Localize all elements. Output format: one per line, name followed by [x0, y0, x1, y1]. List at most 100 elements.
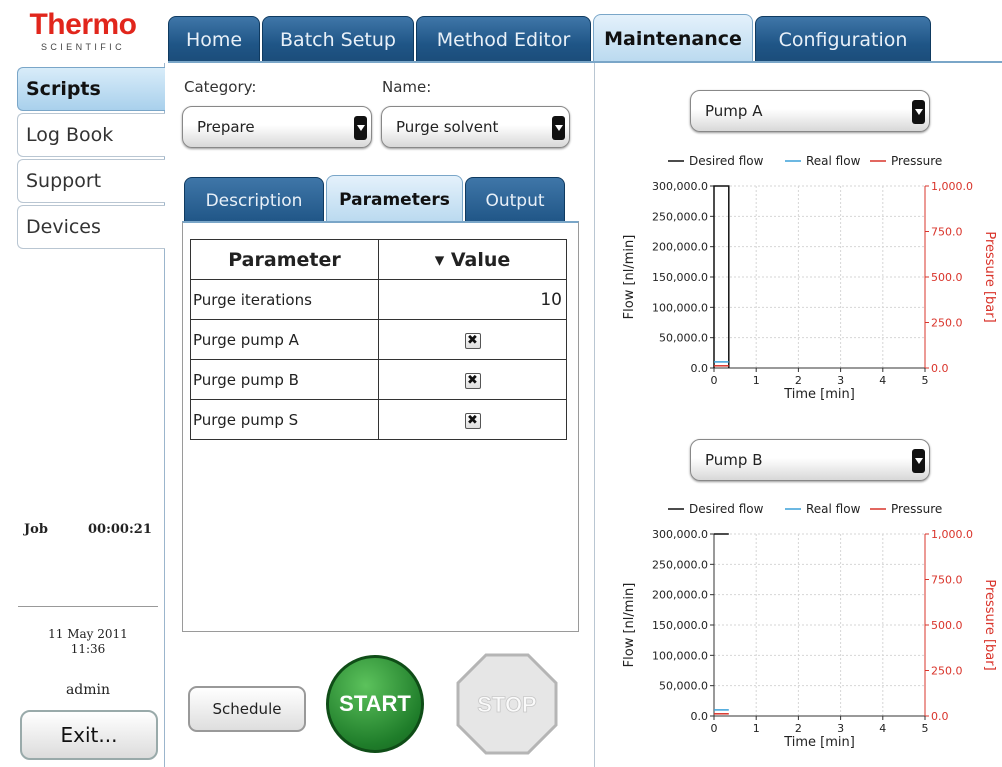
x-axis-label: Time [min] — [783, 387, 855, 402]
purge-pump-a-checkbox[interactable]: ✖ — [464, 333, 481, 349]
y-tick-label: 50,000.0 — [659, 680, 708, 693]
checkbox-cell: ✖ — [378, 399, 567, 440]
chevron-down-icon — [912, 100, 925, 124]
chevron-down-icon — [912, 449, 925, 473]
legend-entry: Desired flow — [689, 502, 764, 516]
y2-tick-label: 1,000.0 — [931, 528, 973, 541]
y2-axis-label: Pressure [bar] — [982, 231, 997, 322]
y2-tick-label: 750.0 — [931, 226, 963, 239]
sidebar-item-support[interactable]: Support — [17, 159, 165, 203]
tab-configuration[interactable]: Configuration — [755, 16, 931, 63]
sidebar-item-scripts[interactable]: Scripts — [17, 67, 165, 111]
tab-output[interactable]: Output — [465, 177, 565, 223]
column-header-parameter[interactable]: Parameter — [190, 239, 379, 280]
parameter-name: Purge pump B — [190, 359, 379, 400]
tab-parameters[interactable]: Parameters — [326, 175, 463, 223]
y2-tick-label: 500.0 — [931, 271, 963, 284]
pump-a-chart: 0.050,000.0100,000.0150,000.0200,000.025… — [622, 154, 997, 402]
stop-label: STOP — [477, 692, 537, 717]
legend-entry: Desired flow — [689, 154, 764, 168]
date-text: 11 May 2011 — [48, 627, 128, 641]
y-tick-label: 300,000.0 — [652, 528, 708, 541]
y2-tick-label: 250.0 — [931, 317, 963, 330]
legend-entry: Real flow — [806, 502, 861, 516]
parameter-name: Purge pump A — [190, 319, 379, 360]
y-tick-label: 250,000.0 — [652, 210, 708, 223]
column-header-value[interactable]: ▾ Value — [378, 239, 567, 280]
x-tick-label: 4 — [879, 722, 886, 735]
purge-iterations-input[interactable]: 10 — [378, 279, 567, 320]
value-header-label: Value — [450, 248, 511, 271]
pump-b-dropdown[interactable]: Pump B — [690, 439, 930, 481]
user-name: admin — [65, 682, 111, 698]
purge-pump-s-checkbox[interactable]: ✖ — [464, 413, 481, 429]
sidebar-divider — [18, 606, 158, 607]
x-tick-label: 3 — [837, 722, 844, 735]
table-row: Purge pump S ✖ — [190, 399, 567, 440]
y-tick-label: 100,000.0 — [652, 301, 708, 314]
table-row: Purge pump B ✖ — [190, 359, 567, 400]
category-dropdown[interactable]: Prepare — [182, 106, 372, 148]
tab-description[interactable]: Description — [184, 177, 324, 223]
name-value: Purge solvent — [396, 118, 499, 136]
legend-entry: Pressure — [891, 502, 942, 516]
y-axis-label: Flow [nl/min] — [622, 583, 637, 668]
pump-b-chart: 0.050,000.0100,000.0150,000.0200,000.025… — [622, 502, 997, 750]
legend-entry: Real flow — [806, 154, 861, 168]
tab-home[interactable]: Home — [168, 16, 260, 63]
y2-tick-label: 1,000.0 — [931, 180, 973, 193]
tab-bar-underline — [168, 61, 1002, 63]
parameters-table: Parameter ▾ Value Purge iterations 10 Pu… — [190, 239, 567, 440]
pump-b-value: Pump B — [705, 451, 763, 469]
main-tab-bar: Home Batch Setup Method Editor Maintenan… — [168, 14, 1002, 63]
job-label: Job — [24, 522, 48, 537]
tab-maintenance[interactable]: Maintenance — [593, 14, 753, 63]
x-tick-label: 2 — [795, 722, 802, 735]
y2-tick-label: 0.0 — [931, 362, 949, 375]
y2-tick-label: 250.0 — [931, 665, 963, 678]
table-row: Purge pump A ✖ — [190, 319, 567, 360]
table-row: Purge iterations 10 — [190, 279, 567, 320]
y-tick-label: 50,000.0 — [659, 332, 708, 345]
parameter-name: Purge iterations — [190, 279, 379, 320]
tab-batch-setup[interactable]: Batch Setup — [262, 16, 414, 63]
y2-tick-label: 750.0 — [931, 574, 963, 587]
y-tick-label: 0.0 — [691, 710, 709, 723]
start-button[interactable]: START — [326, 655, 424, 753]
sidebar-item-log-book[interactable]: Log Book — [17, 113, 165, 157]
y-tick-label: 250,000.0 — [652, 558, 708, 571]
stop-button[interactable]: STOP — [456, 653, 558, 755]
x-tick-label: 4 — [879, 374, 886, 387]
x-tick-label: 2 — [795, 374, 802, 387]
chevron-down-icon — [552, 116, 565, 140]
parameter-name: Purge pump S — [190, 399, 379, 440]
y-tick-label: 200,000.0 — [652, 589, 708, 602]
schedule-button[interactable]: Schedule — [188, 686, 306, 732]
category-label: Category: — [184, 78, 257, 96]
purge-pump-b-checkbox[interactable]: ✖ — [464, 373, 481, 389]
exit-button[interactable]: Exit... — [20, 710, 158, 760]
sidebar-item-devices[interactable]: Devices — [17, 205, 165, 249]
y-tick-label: 200,000.0 — [652, 241, 708, 254]
y-tick-label: 300,000.0 — [652, 180, 708, 193]
x-tick-label: 5 — [922, 722, 929, 735]
y2-tick-label: 0.0 — [931, 710, 949, 723]
legend-entry: Pressure — [891, 154, 942, 168]
thermo-scientific-logo: Thermo SCIENTIFIC — [8, 10, 158, 62]
name-dropdown[interactable]: Purge solvent — [381, 106, 570, 148]
logo-subtitle: SCIENTIFIC — [40, 42, 125, 52]
y-tick-label: 150,000.0 — [652, 271, 708, 284]
y-tick-label: 0.0 — [691, 362, 709, 375]
x-tick-label: 1 — [753, 374, 760, 387]
x-tick-label: 5 — [922, 374, 929, 387]
chevron-down-icon — [354, 116, 367, 140]
tab-method-editor[interactable]: Method Editor — [416, 16, 591, 63]
pump-a-value: Pump A — [705, 102, 763, 120]
x-axis-label: Time [min] — [783, 735, 855, 750]
job-timer: 00:00:21 — [88, 522, 152, 537]
x-tick-label: 3 — [837, 374, 844, 387]
x-tick-label: 1 — [753, 722, 760, 735]
y-axis-label: Flow [nl/min] — [622, 235, 637, 320]
pump-a-dropdown[interactable]: Pump A — [690, 90, 930, 132]
sort-down-icon: ▾ — [434, 248, 445, 271]
